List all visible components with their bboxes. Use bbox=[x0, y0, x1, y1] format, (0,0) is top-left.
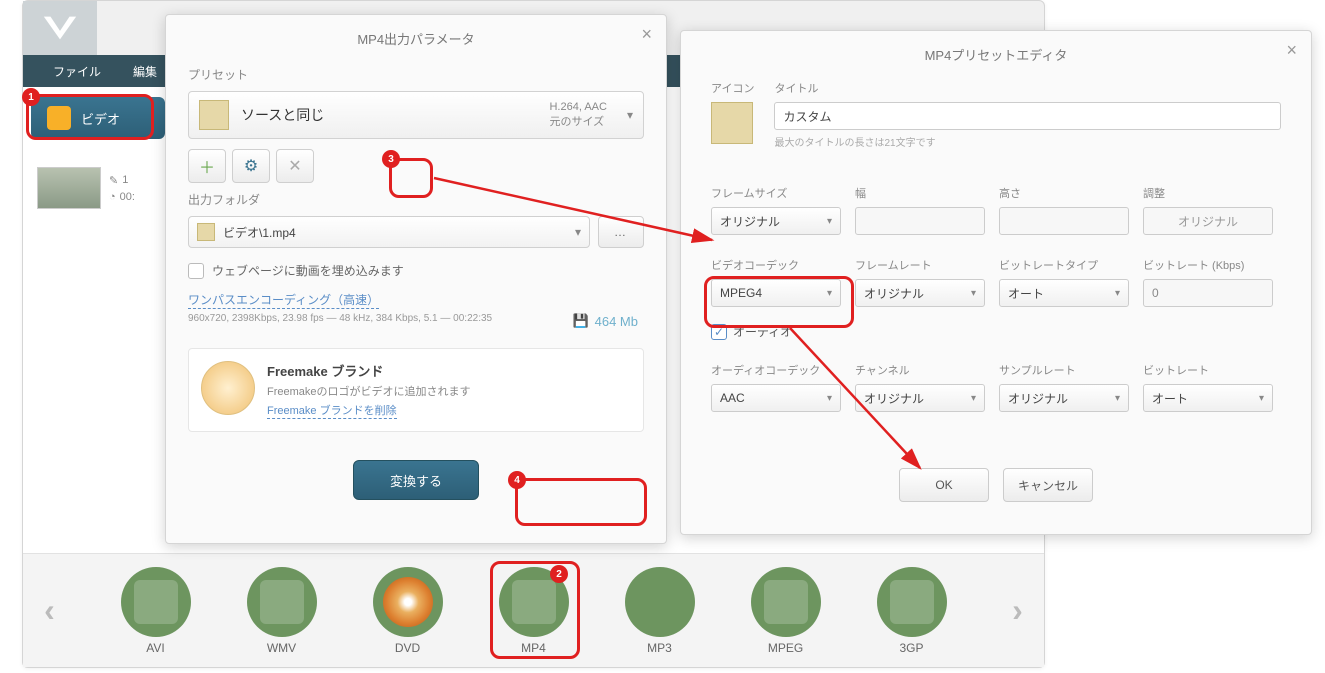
width-input[interactable] bbox=[855, 207, 985, 235]
preset-dropdown[interactable]: ソースと同じ H.264, AAC 元のサイズ ▾ bbox=[188, 91, 644, 139]
dialog2-close-button[interactable]: × bbox=[1286, 41, 1297, 59]
audio-codec-select[interactable]: AAC bbox=[711, 384, 841, 412]
format-wmv[interactable]: WMV bbox=[247, 567, 317, 655]
format-3gp[interactable]: 3GP bbox=[877, 567, 947, 655]
annotation-badge-4: 4 bbox=[508, 471, 526, 489]
edit-preset-button[interactable]: ⚙ bbox=[232, 149, 270, 183]
prev-format-button[interactable]: ‹ bbox=[35, 591, 65, 631]
height-input[interactable] bbox=[999, 207, 1129, 235]
format-avi[interactable]: AVI bbox=[121, 567, 191, 655]
format-mp3[interactable]: MP3 bbox=[625, 567, 695, 655]
audio-checkbox[interactable]: ✓ bbox=[711, 324, 727, 340]
framerate-select[interactable]: オリジナル bbox=[855, 279, 985, 307]
chevron-down-icon: ▾ bbox=[627, 108, 633, 122]
video-codec-select[interactable]: MPEG4 bbox=[711, 279, 841, 307]
output-path-dropdown[interactable]: ビデオ\1.mp4 ▾ bbox=[188, 216, 590, 248]
format-items: AVI WMV DVD MP4 MP3 MPEG 3GP bbox=[121, 567, 947, 655]
clock-icon: ◔ bbox=[109, 191, 116, 203]
format-mpeg[interactable]: MPEG bbox=[751, 567, 821, 655]
embed-checkbox[interactable] bbox=[188, 263, 204, 279]
output-params-dialog: MP4出力パラメータ × プリセット ソースと同じ H.264, AAC 元のサ… bbox=[165, 14, 667, 544]
format-bar: ‹ AVI WMV DVD MP4 MP3 MPEG 3GP › bbox=[23, 553, 1044, 667]
chevron-down-icon: ▾ bbox=[575, 225, 581, 239]
title-label: タイトル bbox=[774, 80, 1281, 96]
menu-file[interactable]: ファイル bbox=[53, 63, 101, 80]
preset-label: プリセット bbox=[188, 66, 666, 83]
clip-meta: ✎ 1 ◔ 00: bbox=[109, 174, 135, 203]
pencil-icon: ✎ bbox=[109, 174, 118, 187]
add-preset-button[interactable]: ＋ bbox=[188, 149, 226, 183]
size-estimate: 💾 464 Mb bbox=[572, 313, 638, 329]
add-video-button[interactable]: ビデオ bbox=[31, 97, 165, 139]
annotation-badge-1: 1 bbox=[22, 88, 40, 106]
ok-button[interactable]: OK bbox=[899, 468, 989, 502]
output-folder-label: 出力フォルダ bbox=[188, 191, 666, 208]
preset-icon-button[interactable] bbox=[711, 102, 753, 144]
brand-subtitle: Freemakeのロゴがビデオに追加されます bbox=[267, 383, 471, 399]
frame-size-select[interactable]: オリジナル bbox=[711, 207, 841, 235]
audio-label: オーディオ bbox=[733, 323, 792, 340]
convert-button[interactable]: 変換する bbox=[353, 460, 479, 500]
channels-select[interactable]: オリジナル bbox=[855, 384, 985, 412]
cancel-button[interactable]: キャンセル bbox=[1003, 468, 1093, 502]
format-dvd[interactable]: DVD bbox=[373, 567, 443, 655]
delete-preset-button[interactable]: ✕ bbox=[276, 149, 314, 183]
dialog2-title: MP4プリセットエディタ × bbox=[681, 31, 1311, 74]
icon-label: アイコン bbox=[711, 80, 754, 96]
dialog1-title: MP4出力パラメータ × bbox=[166, 15, 666, 58]
app-logo bbox=[23, 1, 97, 55]
annotation-badge-3: 3 bbox=[382, 150, 400, 168]
annotation-badge-2: 2 bbox=[550, 565, 568, 583]
dialog1-close-button[interactable]: × bbox=[641, 25, 652, 43]
encoding-mode-link[interactable]: ワンパスエンコーディング（高速） bbox=[188, 291, 379, 309]
title-input[interactable] bbox=[774, 102, 1281, 130]
clip-count: 1 bbox=[122, 174, 128, 186]
video-button-label: ビデオ bbox=[81, 109, 120, 128]
film-icon bbox=[199, 100, 229, 130]
clip-time: 00: bbox=[120, 191, 135, 203]
remove-brand-link[interactable]: Freemake ブランドを削除 bbox=[267, 402, 397, 419]
brand-title: Freemake ブランド bbox=[267, 361, 471, 380]
preset-codec: H.264, AAC bbox=[549, 101, 606, 113]
brand-box: Freemake ブランド Freemakeのロゴがビデオに追加されます Fre… bbox=[188, 348, 644, 432]
browse-button[interactable]: … bbox=[598, 216, 644, 248]
embed-label: ウェブページに動画を埋め込みます bbox=[212, 262, 404, 279]
bitrate-type-select[interactable]: オート bbox=[999, 279, 1129, 307]
next-format-button[interactable]: › bbox=[1003, 591, 1033, 631]
output-path-text: ビデオ\1.mp4 bbox=[223, 224, 575, 241]
clip-thumbnail bbox=[37, 167, 101, 209]
preset-size: 元のサイズ bbox=[549, 113, 606, 129]
brand-icon bbox=[201, 361, 255, 415]
preset-name: ソースと同じ bbox=[241, 105, 549, 125]
bitrate-input[interactable] bbox=[1143, 279, 1273, 307]
title-hint: 最大のタイトルの長さは21文字です bbox=[774, 134, 1281, 149]
menu-edit[interactable]: 編集 bbox=[133, 63, 157, 80]
audio-bitrate-select[interactable]: オート bbox=[1143, 384, 1273, 412]
samplerate-select[interactable]: オリジナル bbox=[999, 384, 1129, 412]
preset-editor-dialog: MP4プリセットエディタ × アイコン タイトル 最大のタイトルの長さは21文字… bbox=[680, 30, 1312, 535]
disk-icon: 💾 bbox=[572, 313, 588, 329]
film-icon bbox=[197, 223, 215, 241]
adjust-value: オリジナル bbox=[1143, 207, 1273, 235]
